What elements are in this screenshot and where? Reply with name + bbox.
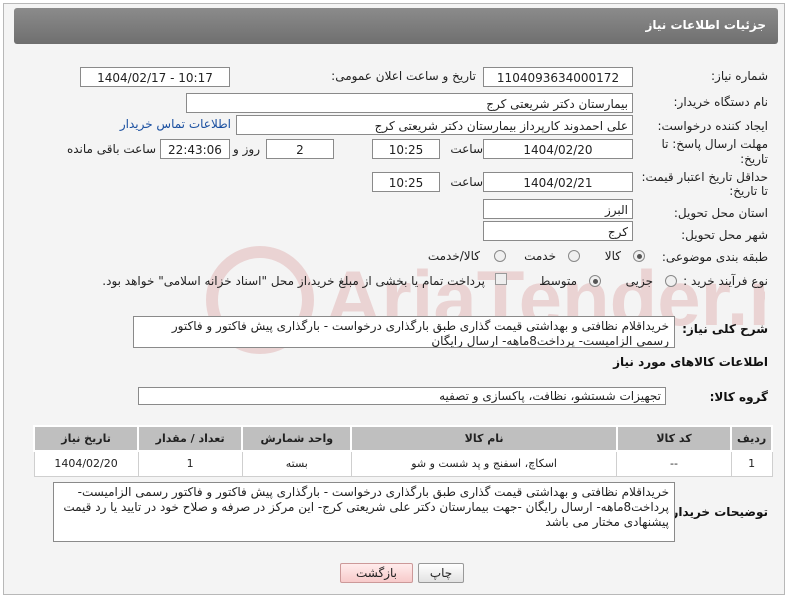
cell-name: اسکاچ، اسفنج و پد شست و شو <box>350 450 618 477</box>
col-row: ردیف <box>730 425 773 452</box>
treasury-checkbox[interactable] <box>495 273 507 285</box>
col-unit: واحد شمارش <box>241 425 353 452</box>
process-radio-minor[interactable] <box>665 275 677 287</box>
col-code: کد کالا <box>615 425 733 452</box>
price-time-label: ساعت <box>450 175 483 189</box>
reply-deadline-label-2: تاریخ: <box>740 152 768 166</box>
category-option-goods: کالا <box>604 249 621 263</box>
days-label: روز و <box>233 142 260 156</box>
creator-label: ایجاد کننده درخواست: <box>657 119 768 133</box>
reply-date-field[interactable]: 1404/02/20 <box>483 139 633 159</box>
buyer-org-field[interactable]: بیمارستان دکتر شریعتی کرج <box>186 93 633 113</box>
days-field[interactable]: 2 <box>266 139 334 159</box>
need-number-field[interactable]: 1104093634000172 <box>483 67 633 87</box>
back-button[interactable]: بازگشت <box>340 563 413 583</box>
reply-deadline-label: مهلت ارسال پاسخ: تا <box>661 137 768 151</box>
process-label: نوع فرآیند خرید : <box>683 274 768 288</box>
province-label: استان محل تحویل: <box>673 206 768 220</box>
category-label: طبقه بندی موضوعی: <box>661 250 768 264</box>
page-title: جزئیات اطلاعات نیاز <box>14 8 778 44</box>
cell-row: 1 <box>730 450 773 477</box>
creator-field[interactable]: علی احمدوند کارپرداز بیمارستان دکتر شریع… <box>236 115 633 135</box>
goods-group-field[interactable]: تجهیزات شستشو، نظافت، پاکسازی و تصفیه <box>138 387 666 405</box>
price-date-field[interactable]: 1404/02/21 <box>483 172 633 192</box>
category-radio-service[interactable] <box>568 250 580 262</box>
category-radio-goods[interactable] <box>633 250 645 262</box>
col-qty: تعداد / مقدار <box>137 425 244 452</box>
reply-time-label: ساعت <box>450 142 483 156</box>
price-validity-label: حداقل تاریخ اعتبار قیمت: <box>641 170 768 184</box>
city-field[interactable]: کرج <box>483 221 633 241</box>
category-option-goods-service: کالا/خدمت <box>427 249 480 263</box>
province-field[interactable]: البرز <box>483 199 633 219</box>
need-number-label: شماره نیاز: <box>711 69 768 83</box>
price-time-field[interactable]: 10:25 <box>372 172 440 192</box>
payment-note: پرداخت تمام یا بخشی از مبلغ خرید،از محل … <box>102 274 485 288</box>
description-label: شرح کلی نیاز: <box>682 322 768 336</box>
process-option-medium: متوسط <box>539 274 577 288</box>
cell-qty: 1 <box>137 450 243 477</box>
col-date: تاریخ نیاز <box>32 425 140 452</box>
buyer-notes-label: توضیحات خریدار: <box>666 505 768 519</box>
remaining-label: ساعت باقی مانده <box>66 142 156 156</box>
process-option-minor: جزیی <box>625 274 653 288</box>
announce-label: تاریخ و ساعت اعلان عمومی: <box>331 69 476 83</box>
category-option-service: خدمت <box>524 249 556 263</box>
city-label: شهر محل تحویل: <box>681 228 768 242</box>
table-row[interactable]: 1 -- اسکاچ، اسفنج و پد شست و شو بسته 1 1… <box>33 450 773 477</box>
goods-group-label: گروه کالا: <box>709 390 768 404</box>
process-radio-medium[interactable] <box>589 275 601 287</box>
cell-date: 1404/02/20 <box>33 450 139 477</box>
category-radio-goods-service[interactable] <box>494 250 506 262</box>
col-name: نام کالا <box>350 425 618 452</box>
goods-section-title: اطلاعات کالاهای مورد نیاز <box>613 355 768 369</box>
remaining-time-field[interactable]: 22:43:06 <box>160 139 230 159</box>
buyer-contact-link[interactable]: اطلاعات تماس خریدار <box>120 117 231 131</box>
cell-code: -- <box>616 450 732 477</box>
buyer-notes-textarea[interactable]: خریداقلام نظافتی و بهداشتی قیمت گذاری طب… <box>53 482 675 542</box>
buyer-org-label: نام دستگاه خریدار: <box>673 95 769 109</box>
print-button[interactable]: چاپ <box>418 563 464 583</box>
announce-field[interactable]: 1404/02/17 - 10:17 <box>80 67 230 87</box>
reply-time-field[interactable]: 10:25 <box>372 139 440 159</box>
goods-table: ردیف کد کالا نام کالا واحد شمارش تعداد /… <box>32 425 773 477</box>
description-textarea[interactable]: خریداقلام نظافتی و بهداشتی قیمت گذاری طب… <box>133 316 675 348</box>
cell-unit: بسته <box>241 450 352 477</box>
table-header-row: ردیف کد کالا نام کالا واحد شمارش تعداد /… <box>32 425 773 452</box>
price-validity-label-2: تا تاریخ: <box>729 184 768 198</box>
